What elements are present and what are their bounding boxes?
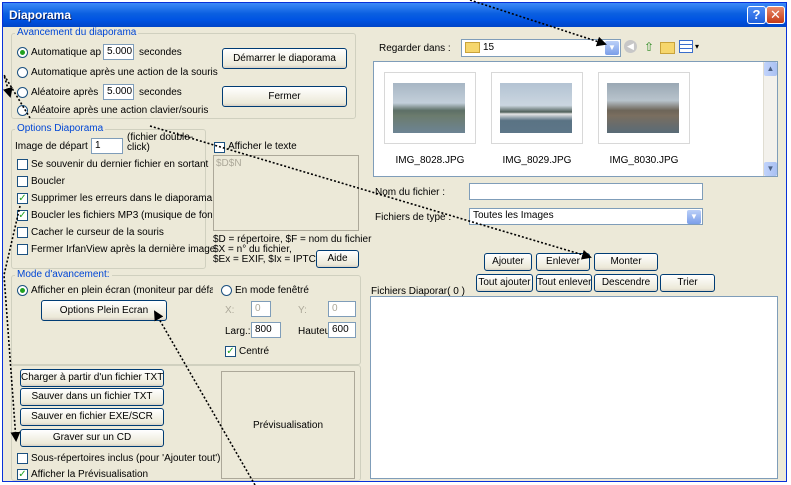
annotation-arrows xyxy=(2,0,607,485)
arrow-to-look-in xyxy=(469,0,607,47)
arrow-to-burn-cd xyxy=(3,205,21,442)
arrow-to-monter xyxy=(149,125,592,260)
arrow-to-fullscreen-options xyxy=(153,310,256,485)
arrow-to-start-image xyxy=(2,74,31,119)
